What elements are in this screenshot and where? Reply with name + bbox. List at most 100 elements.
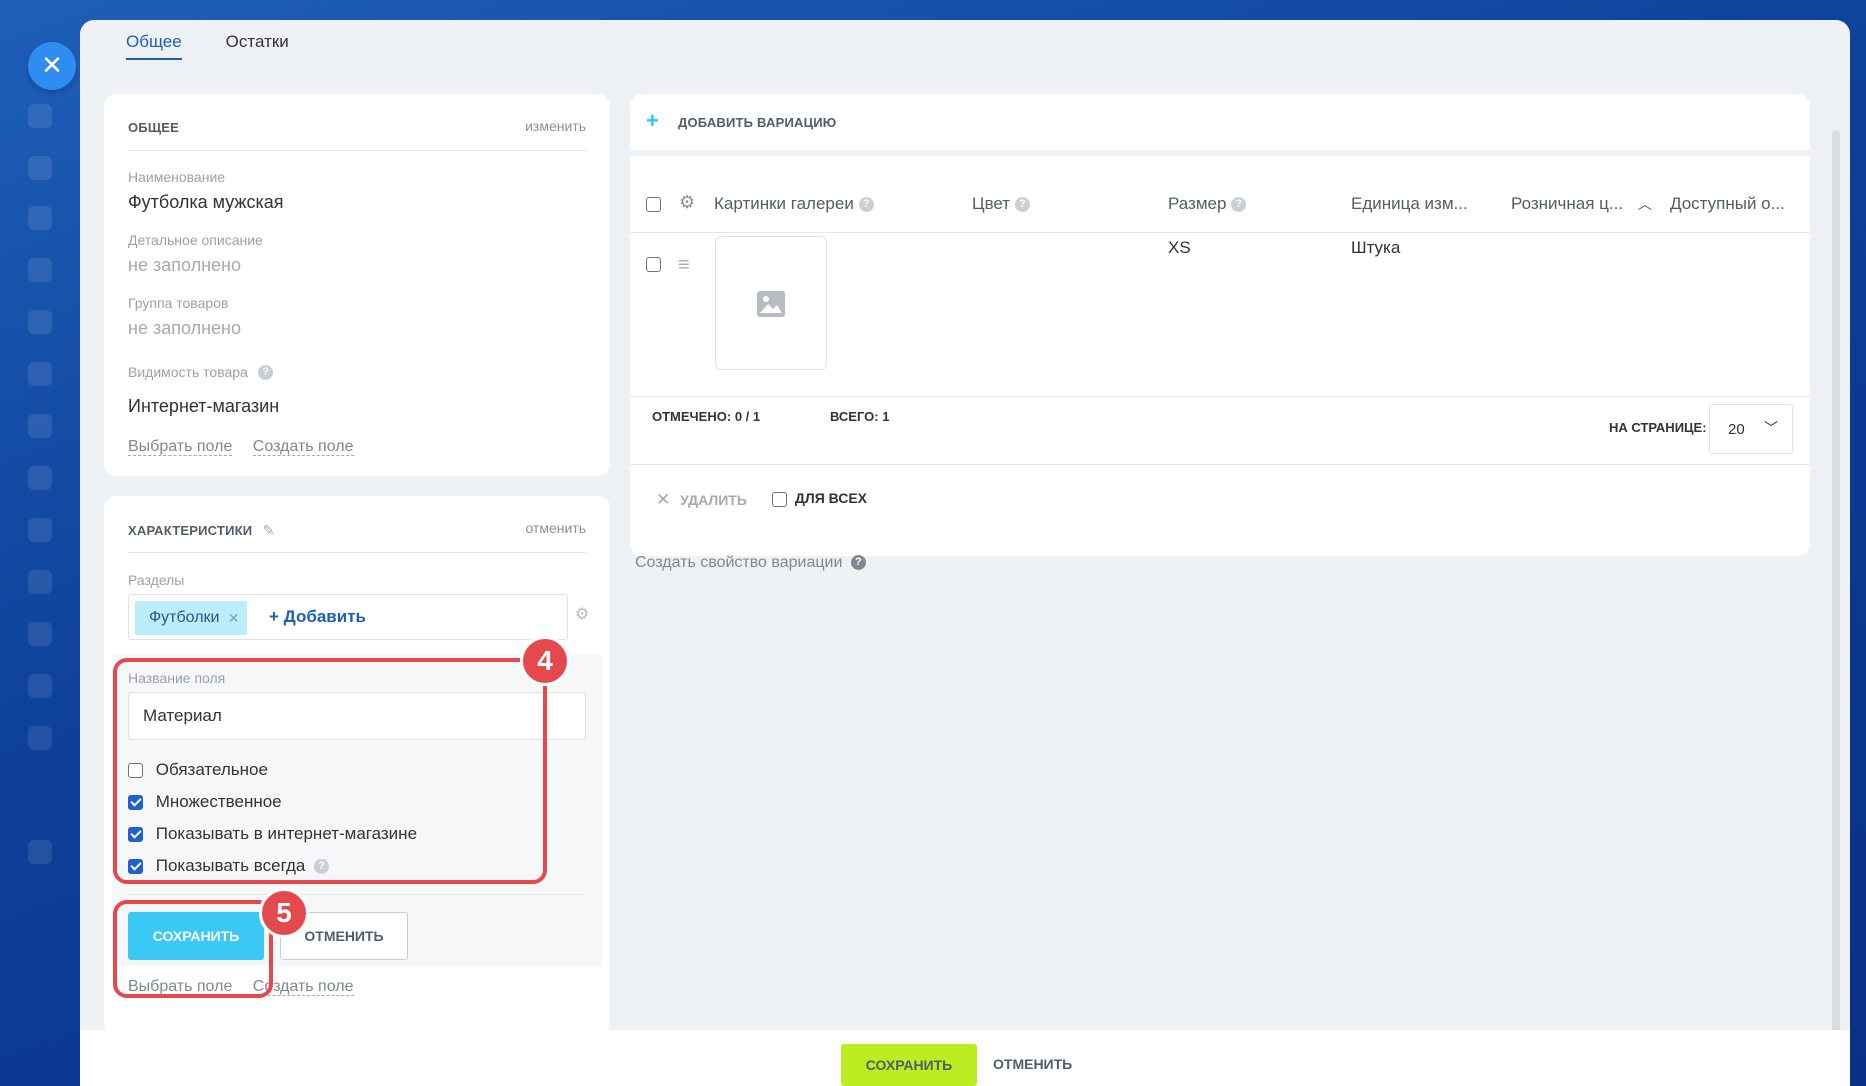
section-tag: Футболки ✕ xyxy=(135,601,248,635)
characteristics-title-row: ХАРАКТЕРИСТИКИ ✎ xyxy=(128,522,274,540)
gear-icon[interactable]: ⚙ xyxy=(679,192,695,213)
name-label: Наименование xyxy=(128,169,226,185)
image-icon xyxy=(757,291,785,317)
help-icon[interactable]: ? xyxy=(850,555,866,571)
delete-action[interactable]: ✕ УДАЛИТЬ xyxy=(656,490,747,510)
gear-icon[interactable]: ⚙ xyxy=(575,604,589,624)
footer-cancel-button[interactable]: ОТМЕНИТЬ xyxy=(993,1056,1072,1072)
for-all-label: ДЛЯ ВСЕХ xyxy=(794,490,868,506)
name-value: Футболка мужская xyxy=(128,192,284,212)
column-gallery[interactable]: Картинки галереи ? xyxy=(714,194,874,214)
per-page-select[interactable]: 20 ﹀ xyxy=(1709,404,1793,454)
cell-size: XS xyxy=(1168,238,1191,257)
delete-label: УДАЛИТЬ xyxy=(680,492,747,508)
rail-icon[interactable] xyxy=(28,206,52,230)
rail-icon[interactable] xyxy=(28,518,52,542)
create-variation-property[interactable]: Создать свойство вариации ? xyxy=(635,554,866,572)
sections-label: Разделы xyxy=(128,572,185,588)
rail-icon[interactable] xyxy=(28,840,52,864)
rail-icon[interactable] xyxy=(28,414,52,438)
footer-bar: СОХРАНИТЬ ОТМЕНИТЬ xyxy=(80,1030,1850,1086)
rail-icon[interactable] xyxy=(28,466,52,490)
help-icon[interactable]: ? xyxy=(1231,197,1247,213)
column-size-label: Размер xyxy=(1168,194,1227,213)
divider xyxy=(128,150,586,151)
close-slider-button[interactable]: ✕ xyxy=(28,42,76,90)
characteristics-title: ХАРАКТЕРИСТИКИ xyxy=(128,523,253,538)
remove-tag-icon[interactable]: ✕ xyxy=(228,601,240,635)
checked-value: 0 / 1 xyxy=(734,409,761,424)
group-label: Группа товаров xyxy=(128,295,229,311)
column-gallery-label: Картинки галереи xyxy=(714,194,854,213)
rail-icon[interactable] xyxy=(28,310,52,334)
help-icon[interactable]: ? xyxy=(258,365,274,381)
general-card: ОБЩЕЕ изменить Наименование Футболка муж… xyxy=(104,94,610,476)
step-badge-5: 5 xyxy=(259,888,309,938)
tab-general[interactable]: Общее xyxy=(126,32,182,60)
description-value: не заполнено xyxy=(128,255,241,275)
visibility-label-row: Видимость товара ? xyxy=(128,364,274,382)
sort-up-icon[interactable]: ︿ xyxy=(1638,196,1652,212)
add-section-link[interactable]: + Добавить xyxy=(269,607,366,627)
column-retail-price-label: Розничная ц... xyxy=(1511,194,1624,213)
product-panel: Общее Остатки ОБЩЕЕ изменить Наименовани… xyxy=(80,20,1850,1086)
select-field-link[interactable]: Выбрать поле xyxy=(128,438,233,456)
gallery-image-placeholder[interactable] xyxy=(715,236,827,370)
divider xyxy=(630,232,1810,233)
add-variation-button[interactable]: ДОБАВИТЬ ВАРИАЦИЮ xyxy=(678,115,836,130)
description-label: Детальное описание xyxy=(128,232,263,248)
help-icon[interactable]: ? xyxy=(858,197,874,213)
for-all-checkbox[interactable] xyxy=(772,491,787,507)
chevron-down-icon: ﹀ xyxy=(1764,420,1778,436)
divider xyxy=(128,552,586,553)
column-size[interactable]: Размер ? xyxy=(1168,194,1247,214)
section-tag-label: Футболки xyxy=(149,609,220,626)
scrollbar[interactable] xyxy=(1832,130,1840,1050)
select-all-checkbox-wrap xyxy=(646,196,661,214)
rail-icon[interactable] xyxy=(28,674,52,698)
group-value: не заполнено xyxy=(128,318,241,338)
general-links: Выбрать поле Создать поле xyxy=(128,438,354,456)
for-all-option[interactable]: ДЛЯ ВСЕХ xyxy=(772,490,867,507)
rail-icon[interactable] xyxy=(28,104,52,128)
rail-icon[interactable] xyxy=(28,156,52,180)
sections-selector[interactable]: Футболки ✕ + Добавить xyxy=(128,594,568,640)
column-unit[interactable]: Единица изм... xyxy=(1351,194,1468,214)
rail-icon[interactable] xyxy=(28,570,52,594)
cell-unit: Штука xyxy=(1351,238,1401,257)
divider xyxy=(630,396,1810,397)
tab-stock[interactable]: Остатки xyxy=(226,32,289,60)
drag-handle-icon[interactable]: ≡ xyxy=(678,254,690,277)
select-all-checkbox[interactable] xyxy=(646,197,661,213)
general-edit-link[interactable]: изменить xyxy=(525,118,586,134)
column-color[interactable]: Цвет ? xyxy=(972,194,1030,214)
general-title: ОБЩЕЕ xyxy=(128,120,180,135)
column-available[interactable]: Доступный о... xyxy=(1670,194,1785,214)
create-variation-property-label: Создать свойство вариации xyxy=(635,554,843,571)
add-variation-bar: + ДОБАВИТЬ ВАРИАЦИЮ xyxy=(630,94,1810,150)
highlight-save-button xyxy=(113,900,273,998)
help-icon[interactable]: ? xyxy=(1014,197,1030,213)
tab-bar: Общее Остатки xyxy=(126,32,289,60)
row-checkbox[interactable] xyxy=(646,257,661,273)
plus-icon[interactable]: + xyxy=(646,108,659,134)
visibility-value: Интернет-магазин xyxy=(128,396,280,416)
divider xyxy=(128,894,586,895)
column-color-label: Цвет xyxy=(972,194,1011,213)
characteristics-cancel-link[interactable]: отменить xyxy=(525,520,586,536)
total-label: ВСЕГО: xyxy=(830,409,879,424)
visibility-label: Видимость товара xyxy=(128,364,248,380)
rail-icon[interactable] xyxy=(28,258,52,282)
rail-icon[interactable] xyxy=(28,622,52,646)
create-field-link[interactable]: Создать поле xyxy=(252,438,354,456)
rail-icon[interactable] xyxy=(28,726,52,750)
footer-save-button[interactable]: СОХРАНИТЬ xyxy=(841,1044,977,1086)
column-retail-price[interactable]: Розничная ц... ︿ xyxy=(1511,194,1652,214)
pencil-icon[interactable]: ✎ xyxy=(263,522,275,538)
highlight-field-settings xyxy=(113,658,547,884)
delete-icon: ✕ xyxy=(656,490,671,509)
total-value: 1 xyxy=(882,409,890,424)
left-rail xyxy=(0,0,80,1086)
rail-icon[interactable] xyxy=(28,362,52,386)
step-badge-4: 4 xyxy=(520,636,570,686)
